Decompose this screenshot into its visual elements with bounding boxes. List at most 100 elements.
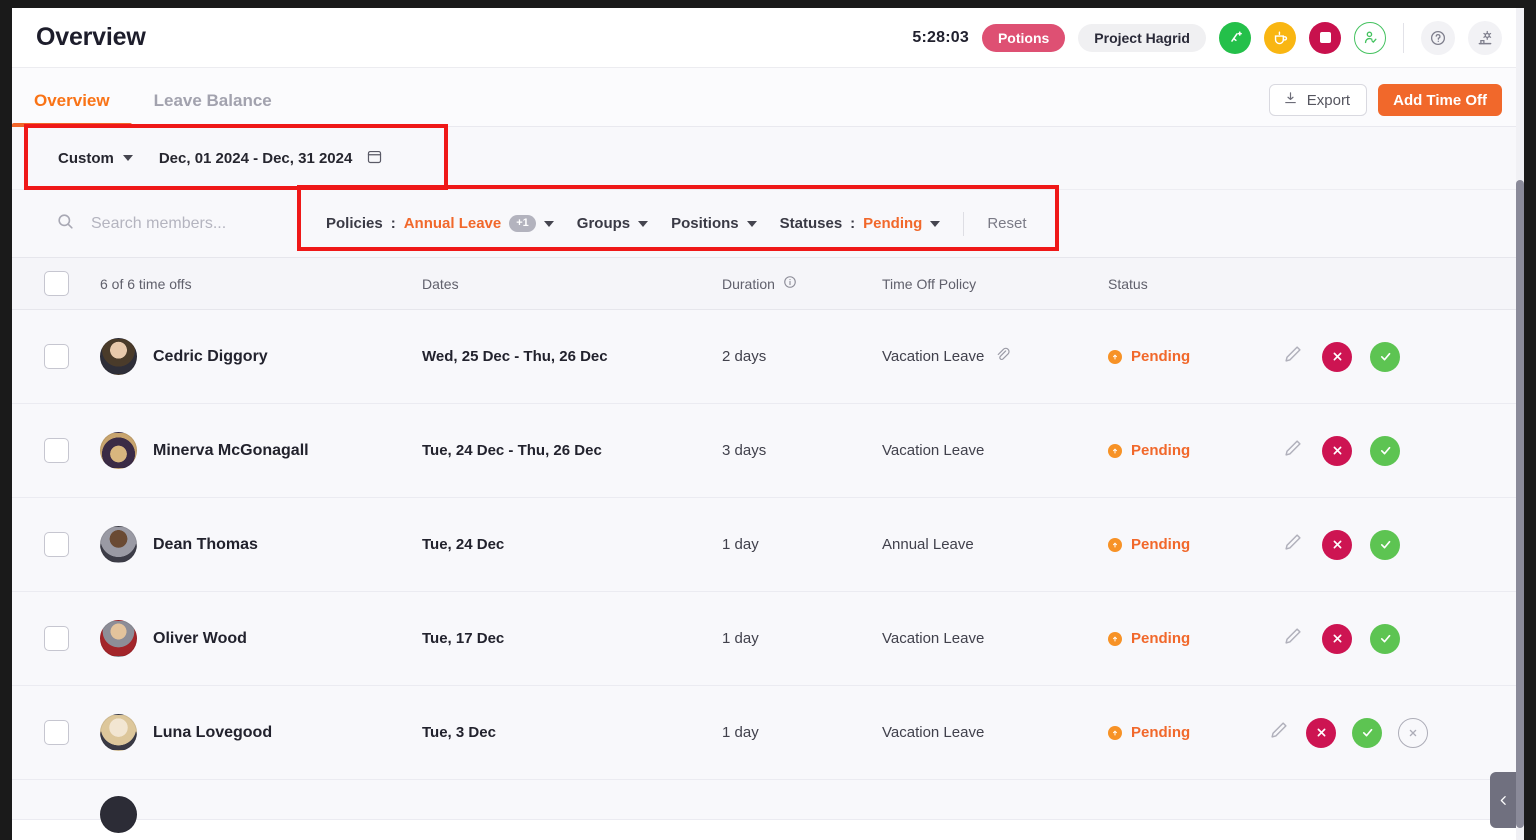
cancel-button[interactable] (1398, 718, 1428, 748)
row-duration: 1 day (722, 536, 882, 553)
row-checkbox[interactable] (44, 532, 69, 557)
filter-positions[interactable]: Positions (671, 215, 757, 232)
status-dot-icon (1108, 444, 1122, 458)
edit-pencil-icon[interactable] (1268, 719, 1290, 746)
filter-groups-label: Groups (577, 215, 630, 232)
filter-statuses[interactable]: Statuses : Pending (780, 215, 941, 232)
table-row[interactable]: Dean Thomas Tue, 24 Dec 1 day Annual Lea… (12, 498, 1524, 592)
row-duration: 1 day (722, 724, 882, 741)
table-header: 6 of 6 time offs Dates Duration Time Off… (12, 258, 1524, 310)
row-duration: 1 day (722, 630, 882, 647)
row-status-cell: Pending (1108, 724, 1268, 741)
member-name: Dean Thomas (153, 536, 258, 554)
filter-groups[interactable]: Groups (577, 215, 648, 232)
filter-policies[interactable]: Policies : Annual Leave +1 (326, 215, 554, 232)
tab-leave-balance[interactable]: Leave Balance (132, 91, 294, 126)
project-chip[interactable]: Project Hagrid (1078, 24, 1206, 52)
row-checkbox[interactable] (44, 720, 69, 745)
col-dates: Dates (422, 276, 722, 292)
table-row[interactable]: Cedric Diggory Wed, 25 Dec - Thu, 26 Dec… (12, 310, 1524, 404)
stop-icon[interactable] (1309, 22, 1341, 54)
row-dates: Wed, 25 Dec - Thu, 26 Dec (422, 348, 722, 365)
date-range-picker[interactable]: Dec, 01 2024 - Dec, 31 2024 (159, 148, 383, 169)
coffee-break-icon[interactable] (1264, 22, 1296, 54)
table-row[interactable]: Oliver Wood Tue, 17 Dec 1 day Vacation L… (12, 592, 1524, 686)
edit-pencil-icon[interactable] (1282, 343, 1304, 370)
task-chip[interactable]: Potions (982, 24, 1065, 52)
avatar (100, 796, 137, 833)
edit-pencil-icon[interactable] (1282, 625, 1304, 652)
approve-button[interactable] (1370, 436, 1400, 466)
row-select-cell[interactable] (12, 344, 100, 369)
member-cell: Cedric Diggory (100, 338, 422, 375)
member-cell: Dean Thomas (100, 526, 422, 563)
select-all-cell[interactable] (12, 271, 100, 296)
date-preset-dropdown[interactable]: Custom (58, 150, 133, 167)
reset-filters-button[interactable]: Reset (987, 215, 1026, 232)
top-header: Overview 5:28:03 Potions Project Hagrid (12, 8, 1524, 68)
edit-pencil-icon[interactable] (1282, 437, 1304, 464)
export-button[interactable]: Export (1269, 84, 1367, 116)
row-dates: Tue, 24 Dec - Thu, 26 Dec (422, 442, 722, 459)
table-row[interactable] (12, 780, 1524, 820)
row-policy-cell: Vacation Leave (882, 442, 1108, 459)
row-status-cell: Pending (1108, 442, 1268, 459)
member-name: Oliver Wood (153, 630, 247, 648)
play-timer-icon[interactable] (1219, 22, 1251, 54)
row-checkbox[interactable] (44, 438, 69, 463)
header-right-cluster: 5:28:03 Potions Project Hagrid (912, 21, 1502, 55)
vertical-scrollbar-thumb[interactable] (1516, 180, 1524, 828)
row-select-cell[interactable] (12, 532, 100, 557)
status-dot-icon (1108, 632, 1122, 646)
add-time-off-button[interactable]: Add Time Off (1378, 84, 1502, 116)
status-badge: Pending (1108, 348, 1268, 365)
row-policy: Vacation Leave (882, 630, 984, 647)
row-policy: Vacation Leave (882, 348, 984, 365)
row-policy-cell: Vacation Leave (882, 346, 1108, 368)
approve-button[interactable] (1370, 342, 1400, 372)
status-label: Pending (1131, 348, 1190, 365)
table-body: Cedric Diggory Wed, 25 Dec - Thu, 26 Dec… (12, 310, 1524, 820)
collapse-panel-button[interactable] (1490, 772, 1516, 828)
search-box[interactable] (12, 212, 312, 236)
reject-button[interactable] (1322, 530, 1352, 560)
row-dates: Tue, 24 Dec (422, 536, 722, 553)
row-actions (1268, 342, 1524, 372)
approve-button[interactable] (1370, 624, 1400, 654)
search-input[interactable] (91, 215, 311, 233)
tab-overview[interactable]: Overview (12, 91, 132, 126)
row-checkbox[interactable] (44, 344, 69, 369)
time-off-count-label: 6 of 6 time offs (100, 276, 192, 292)
attachment-icon[interactable] (994, 346, 1011, 368)
row-select-cell[interactable] (12, 720, 100, 745)
help-circle-icon[interactable] (1421, 21, 1455, 55)
reject-button[interactable] (1322, 436, 1352, 466)
filter-statuses-value: Pending (863, 215, 922, 232)
row-status-cell: Pending (1108, 536, 1268, 553)
reject-button[interactable] (1322, 342, 1352, 372)
reject-button[interactable] (1322, 624, 1352, 654)
reject-button[interactable] (1306, 718, 1336, 748)
col-policy: Time Off Policy (882, 276, 1108, 292)
row-dates: Tue, 3 Dec (422, 724, 722, 741)
approve-button[interactable] (1370, 530, 1400, 560)
download-icon (1283, 91, 1298, 110)
row-select-cell[interactable] (12, 438, 100, 463)
table-row[interactable]: Minerva McGonagall Tue, 24 Dec - Thu, 26… (12, 404, 1524, 498)
filter-colon: : (850, 215, 855, 232)
chevron-down-icon (747, 221, 757, 227)
member-name: Minerva McGonagall (153, 442, 309, 460)
select-all-checkbox[interactable] (44, 271, 69, 296)
user-check-icon[interactable] (1354, 22, 1386, 54)
settings-gear-icon[interactable] (1468, 21, 1502, 55)
row-select-cell[interactable] (12, 626, 100, 651)
row-checkbox[interactable] (44, 626, 69, 651)
info-circle-icon[interactable] (783, 275, 797, 292)
filters-group: Policies : Annual Leave +1 Groups Positi… (312, 212, 1027, 236)
status-badge: Pending (1108, 536, 1268, 553)
date-filter-row: Custom Dec, 01 2024 - Dec, 31 2024 (12, 127, 1524, 190)
edit-pencil-icon[interactable] (1282, 531, 1304, 558)
approve-button[interactable] (1352, 718, 1382, 748)
tabs-row: Overview Leave Balance Export Add Time O… (12, 68, 1524, 127)
member-cell: Luna Lovegood (100, 714, 422, 751)
